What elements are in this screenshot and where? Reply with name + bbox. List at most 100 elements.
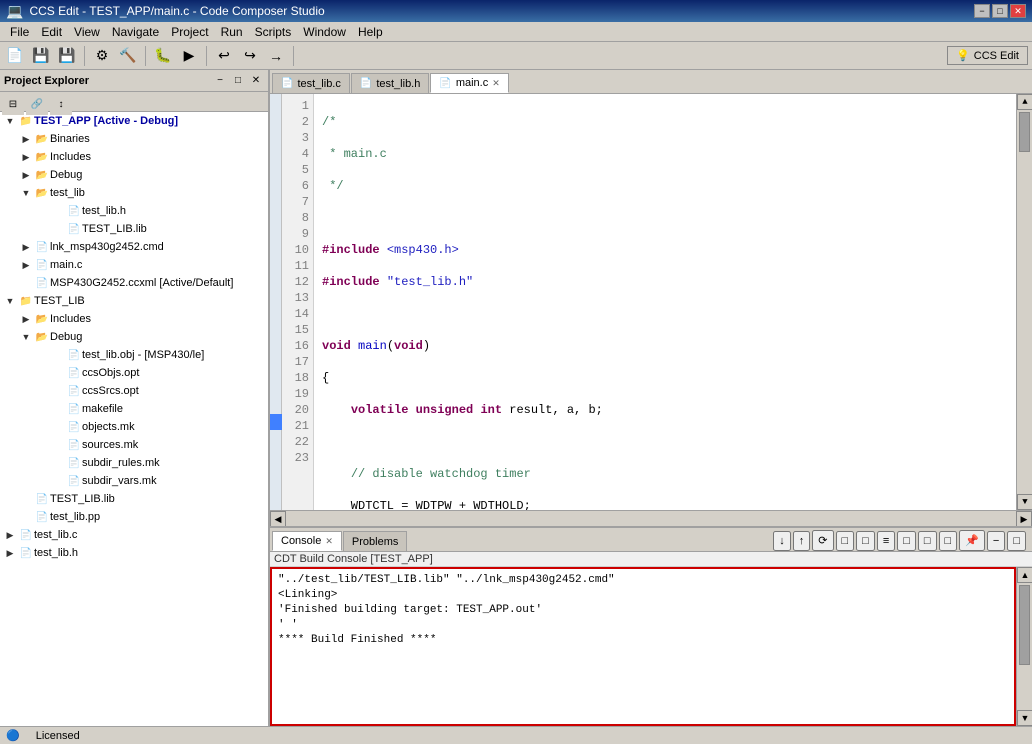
expander-lnk[interactable]: ▶ (18, 242, 34, 253)
tree-item-test-app[interactable]: ▼ 📁 TEST_APP [Active - Debug] (0, 112, 268, 130)
close-button[interactable]: ✕ (1010, 4, 1026, 18)
sb-down-btn[interactable]: ▼ (1017, 494, 1032, 510)
console-btn-4[interactable]: □ (836, 531, 855, 551)
tree-item-msp430[interactable]: 📄 MSP430G2452.ccxml [Active/Default] (0, 274, 268, 292)
tree-item-objects-mk[interactable]: 📄 objects.mk (0, 418, 268, 436)
menu-item-navigate[interactable]: Navigate (106, 23, 165, 41)
menu-item-view[interactable]: View (68, 23, 106, 41)
tree-item-test-lib-c-bot[interactable]: ▶ 📄 test_lib.c (0, 526, 268, 544)
forward-button[interactable]: → (265, 45, 287, 67)
tree-item-ccsSrcs[interactable]: 📄 ccsSrcs.opt (0, 382, 268, 400)
editor-scrollbar-h[interactable]: ◀ ▶ (270, 510, 1032, 526)
tree-item-subdir-vars[interactable]: 📄 subdir_vars.mk (0, 472, 268, 490)
ccs-edit-button[interactable]: 💡 CCS Edit (947, 46, 1028, 65)
undo-button[interactable]: ↩ (213, 45, 235, 67)
pe-minimize-btn[interactable]: − (212, 73, 228, 89)
sb-left-btn[interactable]: ◀ (270, 511, 286, 527)
redo-button[interactable]: ↪ (239, 45, 261, 67)
save-button[interactable]: 💾 (30, 45, 52, 67)
expander-debug-2[interactable]: ▼ (18, 332, 34, 342)
console-pin-btn[interactable]: 📌 (959, 530, 985, 551)
console-sb-track[interactable] (1017, 583, 1032, 710)
debug-button[interactable]: 🐛 (152, 45, 174, 67)
console-maximize-btn[interactable]: □ (1007, 531, 1026, 551)
tree-item-TEST-LIB-root[interactable]: ▼ 📁 TEST_LIB (0, 292, 268, 310)
menu-item-window[interactable]: Window (297, 23, 352, 41)
console-minimize-btn[interactable]: − (987, 531, 1005, 551)
tree-item-debug-2[interactable]: ▼ 📂 Debug (0, 328, 268, 346)
menu-item-edit[interactable]: Edit (35, 23, 68, 41)
console-scrollbar-v[interactable]: ▲ ▼ (1016, 567, 1032, 726)
expander-includes-1[interactable]: ▶ (18, 152, 34, 163)
console-sb-thumb[interactable] (1019, 585, 1030, 665)
tab-console[interactable]: Console ✕ (272, 531, 342, 551)
expander-test-app[interactable]: ▼ (2, 116, 18, 126)
sb-right-btn[interactable]: ▶ (1016, 511, 1032, 527)
tree-item-test-lib-h[interactable]: 📄 test_lib.h (0, 202, 268, 220)
expander-binaries[interactable]: ▶ (18, 134, 34, 145)
console-btn-7[interactable]: □ (897, 531, 916, 551)
tab-close-console[interactable]: ✕ (325, 536, 333, 547)
run-button[interactable]: ▶ (178, 45, 200, 67)
pe-maximize-btn[interactable]: □ (230, 73, 246, 89)
sb-track[interactable] (1017, 110, 1032, 494)
code-editor[interactable]: 1 2 3 4 5 6 7 8 9 10 11 12 13 14 15 16 1 (270, 94, 1032, 510)
tree-item-includes-1[interactable]: ▶ 📂 Includes (0, 148, 268, 166)
menu-item-project[interactable]: Project (165, 23, 214, 41)
tree-item-lnk[interactable]: ▶ 📄 lnk_msp430g2452.cmd (0, 238, 268, 256)
console-scroll-down-btn[interactable]: ↓ (773, 531, 791, 551)
settings-button[interactable]: ⚙ (91, 45, 113, 67)
tab-close-main-c[interactable]: ✕ (492, 78, 500, 89)
expander-TEST-LIB-root[interactable]: ▼ (2, 296, 18, 306)
tree-item-test-lib-obj[interactable]: 📄 test_lib.obj - [MSP430/le] (0, 346, 268, 364)
console-btn-6[interactable]: ≡ (877, 531, 895, 551)
tree-item-debug-1[interactable]: ▶ 📂 Debug (0, 166, 268, 184)
console-scroll-up-btn[interactable]: ↑ (793, 531, 811, 551)
tree-item-sources-mk[interactable]: 📄 sources.mk (0, 436, 268, 454)
console-clear-btn[interactable]: ⟳ (812, 530, 833, 551)
expander-test-lib-h-bot[interactable]: ▶ (2, 548, 18, 559)
save-all-button[interactable]: 💾 (56, 45, 78, 67)
tab-test-lib-h[interactable]: 📄 test_lib.h (351, 73, 429, 93)
expander-test-lib[interactable]: ▼ (18, 188, 34, 198)
tab-test-lib-c[interactable]: 📄 test_lib.c (272, 73, 350, 93)
pe-close-btn[interactable]: ✕ (248, 73, 264, 89)
build-button[interactable]: 🔨 (117, 45, 139, 67)
tree-item-subdir-rules[interactable]: 📄 subdir_rules.mk (0, 454, 268, 472)
tree-item-ccsObjs[interactable]: 📄 ccsObjs.opt (0, 364, 268, 382)
new-button[interactable]: 📄 (4, 45, 26, 67)
minimize-button[interactable]: − (974, 4, 990, 18)
tree-item-test-lib-folder[interactable]: ▼ 📂 test_lib (0, 184, 268, 202)
console-content[interactable]: "../test_lib/TEST_LIB.lib" "../lnk_msp43… (270, 567, 1016, 726)
tree-item-test-lib-pp[interactable]: 📄 test_lib.pp (0, 508, 268, 526)
tree-item-TEST-LIB-lib2[interactable]: 📄 TEST_LIB.lib (0, 490, 268, 508)
maximize-button[interactable]: □ (992, 4, 1008, 18)
menu-item-scripts[interactable]: Scripts (249, 23, 298, 41)
expander-main-c[interactable]: ▶ (18, 260, 34, 271)
sb-up-btn[interactable]: ▲ (1017, 94, 1032, 110)
expander-includes-2[interactable]: ▶ (18, 314, 34, 325)
tree-item-test-lib-h-bot[interactable]: ▶ 📄 test_lib.h (0, 544, 268, 562)
sb-h-track[interactable] (286, 511, 1016, 526)
tree-item-main-c[interactable]: ▶ 📄 main.c (0, 256, 268, 274)
code-line-12: // disable watchdog timer (322, 466, 1008, 482)
tree-item-makefile[interactable]: 📄 makefile (0, 400, 268, 418)
console-sb-up[interactable]: ▲ (1017, 567, 1032, 583)
menu-item-run[interactable]: Run (215, 23, 249, 41)
editor-scrollbar-v[interactable]: ▲ ▼ (1016, 94, 1032, 510)
tab-main-c[interactable]: 📄 main.c ✕ (430, 73, 508, 93)
tab-problems[interactable]: Problems (343, 531, 407, 551)
tree-item-includes-2[interactable]: ▶ 📂 Includes (0, 310, 268, 328)
console-btn-8[interactable]: □ (918, 531, 937, 551)
expander-debug-1[interactable]: ▶ (18, 170, 34, 181)
console-sb-down[interactable]: ▼ (1017, 710, 1032, 726)
sb-thumb[interactable] (1019, 112, 1030, 152)
menu-item-file[interactable]: File (4, 23, 35, 41)
tree-item-binaries[interactable]: ▶ 📂 Binaries (0, 130, 268, 148)
console-btn-5[interactable]: □ (856, 531, 875, 551)
console-btn-9[interactable]: □ (939, 531, 958, 551)
code-content[interactable]: /* * main.c */ #include <msp430.h> #incl… (314, 94, 1016, 510)
expander-test-lib-c-bot[interactable]: ▶ (2, 530, 18, 541)
menu-item-help[interactable]: Help (352, 23, 389, 41)
tree-item-TEST-LIB-lib[interactable]: 📄 TEST_LIB.lib (0, 220, 268, 238)
